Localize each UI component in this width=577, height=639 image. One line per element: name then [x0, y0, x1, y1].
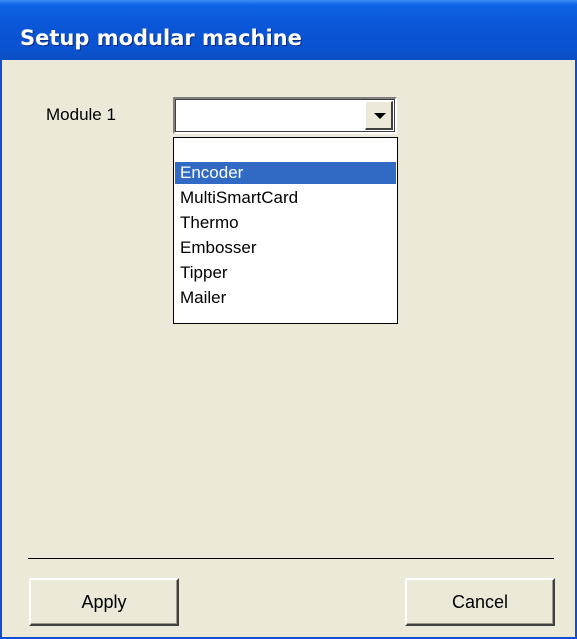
combo-dropdown-button[interactable] — [365, 101, 393, 130]
module-1-label: Module 1 — [46, 105, 116, 124]
dropdown-item-thermo[interactable]: Thermo — [175, 212, 396, 234]
cancel-button[interactable]: Cancel — [405, 578, 555, 626]
dropdown-item-multismartcard[interactable]: MultiSmartCard — [175, 187, 396, 209]
dropdown-item-tipper[interactable]: Tipper — [175, 262, 396, 284]
dropdown-item-encoder[interactable]: Encoder — [175, 162, 396, 184]
dropdown-item-mailer[interactable]: Mailer — [175, 287, 396, 309]
chevron-down-icon — [374, 113, 386, 119]
title-bar[interactable]: Setup modular machine — [0, 0, 577, 60]
apply-button[interactable]: Apply — [29, 578, 179, 626]
footer-separator — [28, 558, 554, 559]
dropdown-item-empty[interactable] — [175, 138, 396, 160]
window-title: Setup modular machine — [20, 26, 302, 50]
module-dropdown-list[interactable]: Encoder MultiSmartCard Thermo Embosser T… — [173, 137, 398, 324]
dialog-window: Setup modular machine Module 1 Encoder M… — [0, 0, 577, 639]
dropdown-item-embosser[interactable]: Embosser — [175, 237, 396, 259]
module-1-combobox[interactable] — [173, 97, 397, 134]
